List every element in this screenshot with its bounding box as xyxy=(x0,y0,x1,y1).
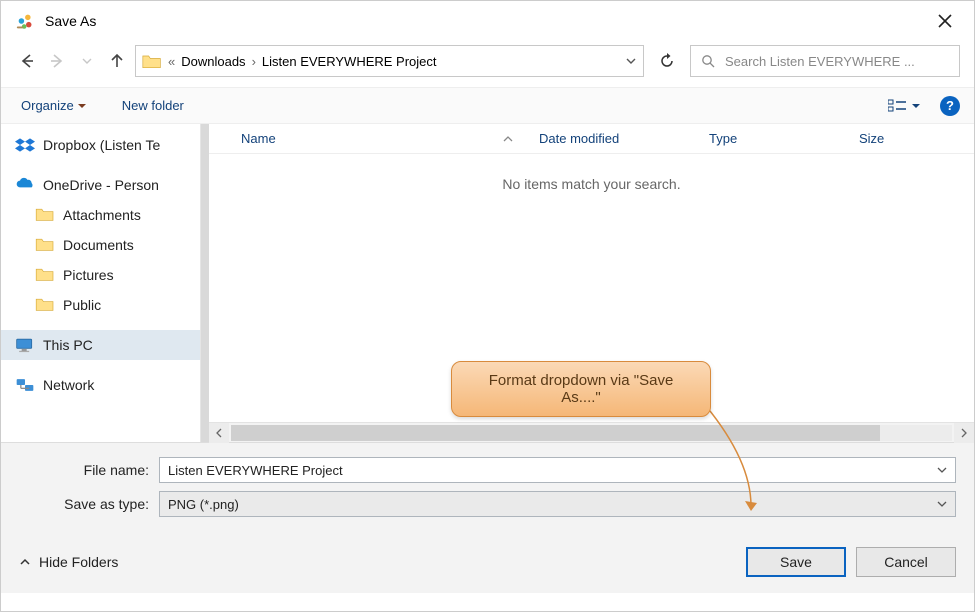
annotation-callout: Format dropdown via "Save As...." xyxy=(451,361,711,417)
tree-label: Public xyxy=(63,297,101,313)
tree-label: Dropbox (Listen Te xyxy=(43,137,160,153)
col-name[interactable]: Name xyxy=(209,131,529,146)
organize-label: Organize xyxy=(21,98,74,113)
tree-onedrive[interactable]: OneDrive - Person xyxy=(1,170,200,200)
up-button[interactable] xyxy=(105,49,129,73)
nav-row: « Downloads › Listen EVERYWHERE Project xyxy=(1,41,974,87)
chevron-down-icon[interactable] xyxy=(937,499,947,509)
view-switch-button[interactable] xyxy=(882,95,926,117)
organize-button[interactable]: Organize xyxy=(15,94,92,117)
tree-label: Network xyxy=(43,377,94,393)
filename-value: Listen EVERYWHERE Project xyxy=(168,463,937,478)
network-icon xyxy=(15,376,35,394)
filetype-value: PNG (*.png) xyxy=(168,497,937,512)
save-button[interactable]: Save xyxy=(746,547,846,577)
dropbox-icon xyxy=(15,136,35,154)
annotation-text: Format dropdown via "Save As...." xyxy=(489,372,674,406)
folder-icon xyxy=(35,236,55,254)
new-folder-button[interactable]: New folder xyxy=(116,94,190,117)
tree-label: This PC xyxy=(43,337,93,353)
filename-label: File name: xyxy=(19,462,159,478)
col-type[interactable]: Type xyxy=(699,131,849,146)
back-button[interactable] xyxy=(15,49,39,73)
bottom-bar: Hide Folders Save Cancel xyxy=(1,531,974,593)
tree-label: Documents xyxy=(63,237,134,253)
app-icon xyxy=(15,10,37,32)
scroll-thumb[interactable] xyxy=(231,425,880,441)
folder-tree: Dropbox (Listen Te OneDrive - Person Att… xyxy=(1,124,201,442)
chevron-up-icon xyxy=(19,556,31,568)
tree-this-pc[interactable]: This PC xyxy=(1,330,200,360)
chevron-right-icon: › xyxy=(252,54,256,69)
tree-label: OneDrive - Person xyxy=(43,177,159,193)
toolbar: Organize New folder ? xyxy=(1,87,974,124)
crumb-project[interactable]: Listen EVERYWHERE Project xyxy=(262,54,437,69)
col-size[interactable]: Size xyxy=(849,131,974,146)
crumb-prefix: « xyxy=(168,54,175,69)
title-bar: Save As xyxy=(1,1,974,41)
onedrive-icon xyxy=(15,176,35,194)
empty-message: No items match your search. xyxy=(209,154,974,192)
address-dropdown[interactable] xyxy=(625,55,637,67)
tree-pictures[interactable]: Pictures xyxy=(1,260,200,290)
filename-input[interactable]: Listen EVERYWHERE Project xyxy=(159,457,956,483)
column-headers: Name Date modified Type Size xyxy=(209,124,974,154)
tree-label: Attachments xyxy=(63,207,141,223)
hide-folders-label: Hide Folders xyxy=(39,554,118,570)
tree-public[interactable]: Public xyxy=(1,290,200,320)
tree-dropbox[interactable]: Dropbox (Listen Te xyxy=(1,130,200,160)
scroll-right-button[interactable] xyxy=(954,423,974,443)
splitter[interactable] xyxy=(201,124,209,442)
folder-icon xyxy=(142,52,162,70)
search-icon xyxy=(701,54,715,68)
file-fields: File name: Listen EVERYWHERE Project Sav… xyxy=(1,442,974,531)
refresh-button[interactable] xyxy=(650,45,684,77)
forward-button[interactable] xyxy=(45,49,69,73)
col-type-label: Type xyxy=(709,131,737,146)
col-size-label: Size xyxy=(859,131,884,146)
tree-attachments[interactable]: Attachments xyxy=(1,200,200,230)
folder-icon xyxy=(35,206,55,224)
crumb-downloads[interactable]: Downloads xyxy=(181,54,245,69)
window-title: Save As xyxy=(45,13,96,29)
folder-icon xyxy=(35,266,55,284)
cancel-label: Cancel xyxy=(884,554,928,570)
pc-icon xyxy=(15,336,35,354)
tree-label: Pictures xyxy=(63,267,114,283)
save-label: Save xyxy=(780,554,812,570)
hide-folders-button[interactable]: Hide Folders xyxy=(19,554,118,570)
view-icon xyxy=(888,99,906,113)
new-folder-label: New folder xyxy=(122,98,184,113)
scroll-left-button[interactable] xyxy=(209,423,229,443)
filetype-dropdown[interactable]: PNG (*.png) xyxy=(159,491,956,517)
scroll-track[interactable] xyxy=(231,425,952,441)
address-bar[interactable]: « Downloads › Listen EVERYWHERE Project xyxy=(135,45,644,77)
chevron-down-icon[interactable] xyxy=(937,465,947,475)
breadcrumb: « Downloads › Listen EVERYWHERE Project xyxy=(168,54,619,69)
folder-icon xyxy=(35,296,55,314)
close-button[interactable] xyxy=(930,10,960,32)
search-input[interactable] xyxy=(723,53,949,70)
search-box[interactable] xyxy=(690,45,960,77)
recent-locations-button[interactable] xyxy=(75,49,99,73)
cancel-button[interactable]: Cancel xyxy=(856,547,956,577)
sort-asc-icon xyxy=(503,135,513,143)
help-button[interactable]: ? xyxy=(940,96,960,116)
col-date-label: Date modified xyxy=(539,131,619,146)
col-name-label: Name xyxy=(241,131,276,146)
filetype-label: Save as type: xyxy=(19,496,159,512)
tree-documents[interactable]: Documents xyxy=(1,230,200,260)
tree-network[interactable]: Network xyxy=(1,370,200,400)
col-date[interactable]: Date modified xyxy=(529,131,699,146)
horizontal-scrollbar[interactable] xyxy=(209,422,974,442)
